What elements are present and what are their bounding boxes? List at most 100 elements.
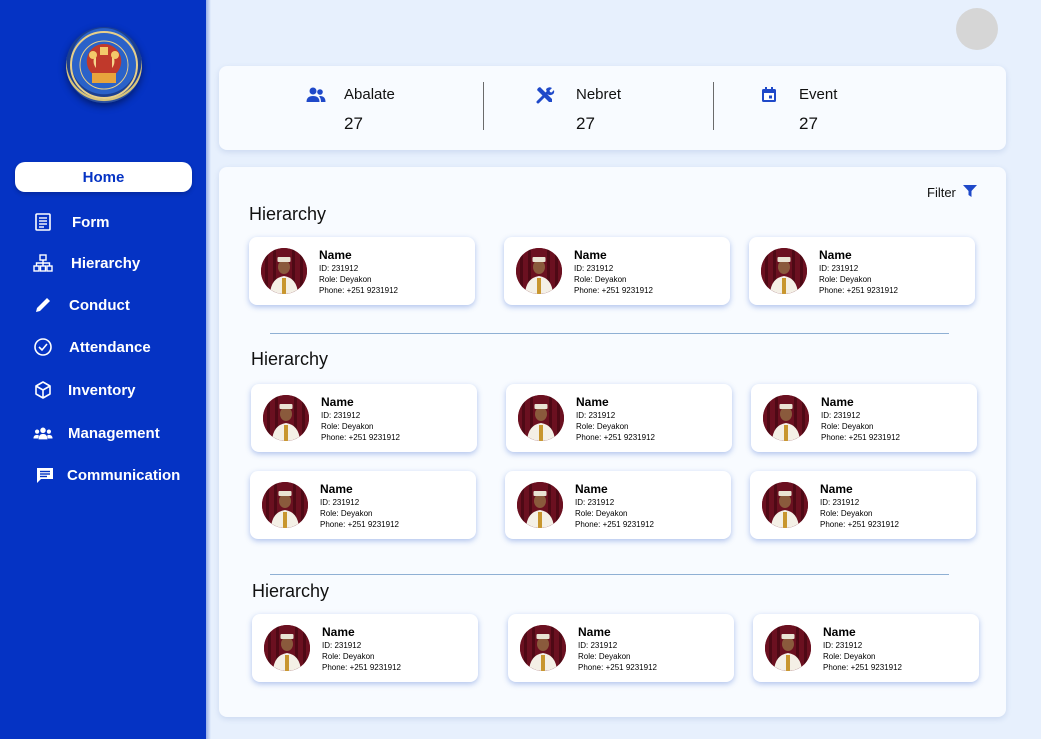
church-logo — [66, 27, 142, 103]
chat-icon — [35, 465, 55, 485]
sidebar-item-label: Inventory — [68, 381, 136, 399]
person-role: Role: Deyakon — [321, 422, 374, 431]
person-id: ID: 231912 — [576, 411, 616, 420]
stat-value: 27 — [344, 114, 363, 133]
sidebar-item-label: Conduct — [69, 296, 130, 314]
person-role: Role: Deyakon — [574, 275, 627, 284]
person-phone: Phone: +251 9231912 — [319, 286, 398, 295]
person-card[interactable]: Name ID: 231912 Role: Deyakon Phone: +251 9… — [749, 237, 975, 305]
person-role: Role: Deyakon — [319, 275, 372, 284]
person-id: ID: 231912 — [823, 641, 863, 650]
person-id: ID: 231912 — [819, 264, 859, 273]
person-id: ID: 231912 — [319, 264, 359, 273]
sidebar-item-label: Attendance — [69, 338, 151, 356]
person-photo — [763, 395, 809, 441]
person-card[interactable]: Name ID: 231912 Role: Deyakon Phone: +251 9… — [251, 384, 477, 452]
hierarchy-icon — [33, 253, 53, 273]
tools-icon — [534, 84, 556, 106]
person-card[interactable]: Name ID: 231912 Role: Deyakon Phone: +251 9… — [751, 384, 977, 452]
person-role: Role: Deyakon — [578, 652, 631, 661]
section-title: Hierarchy — [251, 349, 329, 369]
stat-label: Event — [799, 86, 838, 103]
person-id: ID: 231912 — [820, 498, 860, 507]
stat-divider — [713, 82, 714, 130]
nav-home-button[interactable]: Home — [15, 162, 192, 192]
person-phone: Phone: +251 9231912 — [576, 433, 655, 442]
person-phone: Phone: +251 9231912 — [321, 433, 400, 442]
person-card[interactable]: Name ID: 231912 Role: Deyakon Phone: +251 9… — [753, 614, 979, 682]
sidebar: Home Form Hierarchy Conduct Attendance I… — [0, 0, 206, 739]
sidebar-item-attendance[interactable]: Attendance — [0, 332, 206, 362]
person-name: Name — [575, 482, 608, 496]
person-name: Name — [820, 482, 853, 496]
sidebar-item-communication[interactable]: Communication — [0, 460, 206, 490]
person-id: ID: 231912 — [578, 641, 618, 650]
section-title: Hierarchy — [252, 581, 330, 601]
person-photo — [520, 625, 566, 671]
section-divider — [270, 574, 949, 575]
box-icon — [33, 380, 53, 400]
person-photo — [516, 248, 562, 294]
person-phone: Phone: +251 9231912 — [320, 520, 399, 529]
person-card[interactable]: Name ID: 231912 Role: Deyakon Phone: +251 9… — [750, 471, 976, 539]
person-photo — [762, 482, 808, 528]
sidebar-item-inventory[interactable]: Inventory — [0, 375, 206, 405]
person-name: Name — [321, 395, 354, 409]
person-phone: Phone: +251 9231912 — [575, 520, 654, 529]
person-name: Name — [819, 248, 852, 262]
person-phone: Phone: +251 9231912 — [819, 286, 898, 295]
person-name: Name — [574, 248, 607, 262]
person-phone: Phone: +251 9231912 — [821, 433, 900, 442]
person-id: ID: 231912 — [321, 411, 361, 420]
person-card[interactable]: Name ID: 231912 Role: Deyakon Phone: +251 9… — [505, 471, 731, 539]
user-avatar[interactable] — [956, 8, 998, 50]
pencil-icon — [33, 295, 53, 315]
person-role: Role: Deyakon — [322, 652, 375, 661]
check-circle-icon — [33, 337, 53, 357]
people-icon — [33, 423, 53, 443]
person-photo — [261, 248, 307, 294]
person-card[interactable]: Name ID: 231912 Role: Deyakon Phone: +251 9… — [250, 471, 476, 539]
section-divider — [270, 333, 949, 334]
person-role: Role: Deyakon — [821, 422, 874, 431]
person-name: Name — [576, 395, 609, 409]
person-name: Name — [823, 625, 856, 639]
person-card[interactable]: Name ID: 231912 Role: Deyakon Phone: +251 9… — [504, 237, 730, 305]
person-phone: Phone: +251 9231912 — [578, 663, 657, 672]
users-icon — [305, 84, 327, 106]
person-photo — [518, 395, 564, 441]
sidebar-item-label: Communication — [67, 466, 181, 484]
person-role: Role: Deyakon — [575, 509, 628, 518]
person-role: Role: Deyakon — [820, 509, 873, 518]
filter-label: Filter — [927, 185, 956, 200]
person-id: ID: 231912 — [322, 641, 362, 650]
person-photo — [263, 395, 309, 441]
filter-button[interactable]: Filter — [927, 185, 977, 200]
filter-icon — [962, 185, 977, 200]
person-photo — [264, 625, 310, 671]
person-photo — [262, 482, 308, 528]
sidebar-item-conduct[interactable]: Conduct — [0, 290, 206, 320]
person-phone: Phone: +251 9231912 — [823, 663, 902, 672]
person-card[interactable]: Name ID: 231912 Role: Deyakon Phone: +251 9… — [508, 614, 734, 682]
sidebar-item-form[interactable]: Form — [0, 207, 206, 237]
person-role: Role: Deyakon — [576, 422, 629, 431]
person-card[interactable]: Name ID: 231912 Role: Deyakon Phone: +251 9… — [506, 384, 732, 452]
stat-divider — [483, 82, 484, 130]
person-card[interactable]: Name ID: 231912 Role: Deyakon Phone: +251 9… — [252, 614, 478, 682]
sidebar-item-hierarchy[interactable]: Hierarchy — [0, 248, 206, 278]
person-photo — [517, 482, 563, 528]
person-card[interactable]: Name ID: 231912 Role: Deyakon Phone: +251 9… — [249, 237, 475, 305]
person-phone: Phone: +251 9231912 — [322, 663, 401, 672]
sidebar-item-management[interactable]: Management — [0, 418, 206, 448]
person-photo — [765, 625, 811, 671]
person-name: Name — [578, 625, 611, 639]
sidebar-item-label: Hierarchy — [71, 254, 141, 272]
sidebar-item-label: Management — [68, 424, 160, 442]
person-id: ID: 231912 — [821, 411, 861, 420]
sidebar-shadow — [206, 0, 211, 739]
person-phone: Phone: +251 9231912 — [820, 520, 899, 529]
calendar-icon — [758, 84, 780, 106]
person-photo — [761, 248, 807, 294]
person-phone: Phone: +251 9231912 — [574, 286, 653, 295]
